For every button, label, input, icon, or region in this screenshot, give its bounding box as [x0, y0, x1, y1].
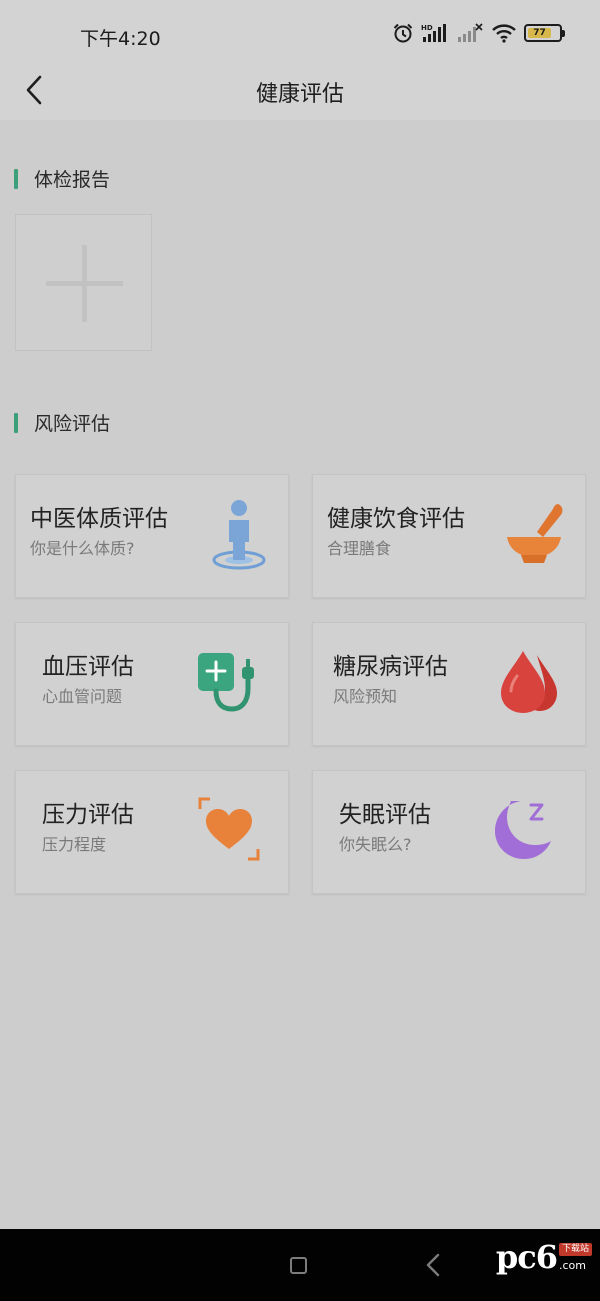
no-signal-icon	[456, 23, 484, 43]
card-blood-pressure[interactable]: 血压评估 心血管问题	[15, 622, 289, 746]
heart-frame-icon	[198, 797, 260, 861]
card-stress[interactable]: 压力评估 压力程度	[15, 770, 289, 894]
card-healthy-diet[interactable]: 健康饮食评估 合理膳食	[312, 474, 586, 598]
mortar-bowl-icon	[503, 501, 569, 567]
status-icons: HD 77	[392, 22, 565, 44]
watermark: pc6 下载站 .com	[496, 1241, 592, 1273]
card-insomnia[interactable]: 失眠评估 你失眠么?	[312, 770, 586, 894]
card-title: 糖尿病评估	[333, 654, 448, 680]
battery-icon: 77	[524, 24, 565, 42]
screen: 下午4:20 HD 77 健康评估 体检报告 风险评估 中医体质评估 你是什么体…	[0, 0, 600, 1301]
watermark-text: pc6	[495, 1238, 558, 1276]
section-report: 体检报告	[14, 165, 110, 192]
battery-level: 77	[528, 28, 552, 38]
watermark-side: 下载站 .com	[558, 1243, 592, 1272]
hd-signal-icon: HD	[421, 23, 449, 43]
card-subtitle: 心血管问题	[42, 687, 123, 706]
wifi-icon	[491, 23, 517, 43]
header: 健康评估	[0, 64, 600, 120]
person-icon	[210, 497, 268, 571]
card-subtitle: 风险预知	[333, 687, 398, 706]
section-marker	[14, 412, 18, 433]
card-subtitle: 压力程度	[42, 835, 107, 854]
card-title: 血压评估	[42, 654, 134, 680]
navigation-bar: pc6 下载站 .com	[0, 1229, 600, 1301]
svg-text:HD: HD	[421, 24, 433, 32]
card-subtitle: 合理膳食	[327, 539, 392, 558]
blood-pressure-icon	[196, 649, 262, 715]
recent-apps-icon[interactable]	[290, 1257, 307, 1274]
section-report-title: 体检报告	[34, 169, 111, 191]
card-title: 压力评估	[42, 802, 134, 828]
card-title: 健康饮食评估	[327, 506, 465, 532]
card-tcm-constitution[interactable]: 中医体质评估 你是什么体质?	[15, 474, 289, 598]
card-subtitle: 你是什么体质?	[30, 539, 135, 558]
section-marker	[14, 168, 18, 189]
card-subtitle: 你失眠么?	[339, 835, 412, 854]
card-title: 中医体质评估	[30, 506, 168, 532]
watermark-suffix: .com	[558, 1259, 586, 1272]
status-bar: 下午4:20 HD 77	[0, 0, 600, 64]
alarm-icon	[392, 22, 414, 44]
card-diabetes[interactable]: 糖尿病评估 风险预知	[312, 622, 586, 746]
blood-drop-icon	[497, 647, 561, 717]
card-title: 失眠评估	[339, 802, 431, 828]
moon-sleep-icon	[491, 795, 557, 863]
page-title: 健康评估	[255, 82, 344, 107]
add-report-button[interactable]	[15, 214, 152, 351]
watermark-badge: 下载站	[558, 1243, 592, 1256]
section-risk: 风险评估	[14, 409, 110, 436]
status-time: 下午4:20	[80, 28, 161, 50]
back-icon[interactable]	[422, 1251, 446, 1279]
section-risk-title: 风险评估	[34, 413, 111, 435]
